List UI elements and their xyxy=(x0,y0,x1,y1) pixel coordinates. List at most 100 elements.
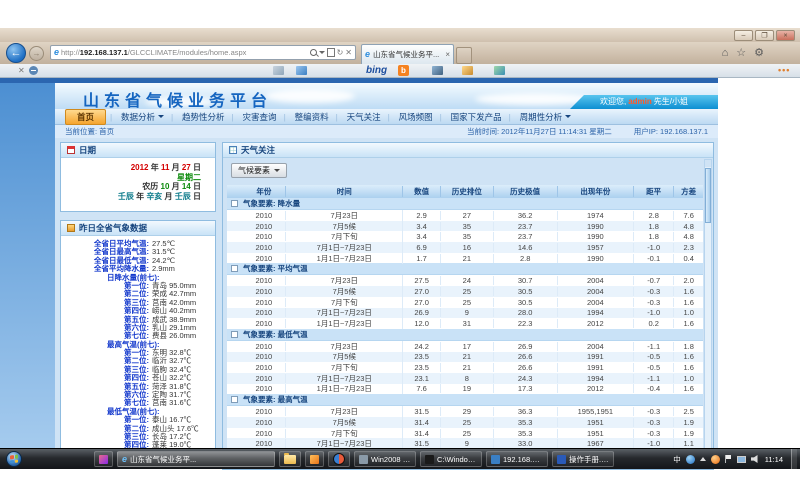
search-icon[interactable] xyxy=(310,49,317,56)
table-row: 20107月23日2.92736.219742.87.6 xyxy=(227,210,703,221)
globe-tray-icon[interactable] xyxy=(686,455,695,464)
bing-logo-icon[interactable]: b xyxy=(398,65,409,76)
browser-tab[interactable]: e 山东省气候业务平... × xyxy=(361,44,454,64)
welcome-ribbon: 欢迎您,admin先生/小姐 xyxy=(570,95,718,109)
nav-item-整编资料[interactable]: 整编资料 xyxy=(286,111,338,123)
start-button[interactable] xyxy=(6,451,22,467)
table-scrollbar[interactable] xyxy=(704,159,712,467)
address-bar[interactable]: e http://192.168.137.1/GLCCLIMATE/module… xyxy=(50,45,356,60)
new-tab-button[interactable] xyxy=(456,47,472,64)
group-title: 气象要素: 平均气温 xyxy=(243,263,308,274)
address-dropdown-icon[interactable] xyxy=(319,51,325,54)
nav-item-label: 天气关注 xyxy=(347,111,381,123)
group-header-row[interactable]: 气象要素: 降水量 xyxy=(227,198,703,210)
effects-icon[interactable] xyxy=(462,66,473,75)
table-cell: 7月下旬 xyxy=(286,428,403,439)
firefox-tray-icon[interactable] xyxy=(711,455,720,464)
taskbar-explorer-button[interactable] xyxy=(279,451,301,467)
blocked-icon[interactable] xyxy=(29,66,38,75)
volume-icon[interactable] xyxy=(751,455,760,463)
table-cell: 1月1日~7月23日 xyxy=(286,253,403,264)
home-icon[interactable]: ⌂ xyxy=(722,46,729,60)
window-app-icon xyxy=(557,455,566,464)
table-cell: -0.1 xyxy=(634,254,674,263)
table-cell: 36.3 xyxy=(494,407,558,416)
nav-item-首页[interactable]: 首页 xyxy=(65,109,106,125)
show-desktop-button[interactable] xyxy=(791,449,797,469)
table-cell: 1.8 xyxy=(634,222,674,231)
photos-icon[interactable] xyxy=(273,66,284,75)
bing-logo[interactable]: bing xyxy=(366,64,387,77)
calendar-text: 月 xyxy=(169,182,181,191)
group-checkbox[interactable] xyxy=(231,265,238,272)
scrollbar-thumb[interactable] xyxy=(705,168,711,223)
maximize-button[interactable]: ❐ xyxy=(755,30,774,41)
taskbar-window-button[interactable]: Win2008 (VS2... xyxy=(354,451,416,467)
user-ip: 用户IP: 192.168.137.1 xyxy=(634,126,708,137)
group-checkbox[interactable] xyxy=(231,396,238,403)
table-cell: 7月下旬 xyxy=(286,231,403,242)
nav-item-风场频图[interactable]: 风场频图 xyxy=(390,111,442,123)
taskbar-app-orange-button[interactable] xyxy=(305,451,324,467)
url-text[interactable]: http://192.168.137.1/GLCCLIMATE/modules/… xyxy=(61,48,308,57)
table-cell: 33.0 xyxy=(494,439,558,448)
forward-button[interactable]: → xyxy=(29,46,44,61)
minimize-button[interactable]: – xyxy=(734,30,753,41)
share-icon[interactable] xyxy=(494,66,505,75)
stop-icon[interactable]: ✕ xyxy=(345,49,352,57)
group-header-row[interactable]: 气象要素: 平均气温 xyxy=(227,263,703,275)
group-checkbox[interactable] xyxy=(231,200,238,207)
favorites-star-icon[interactable]: ☆ xyxy=(736,46,746,60)
climate-element-button[interactable]: 气候要素 xyxy=(231,163,287,178)
tab-close-icon[interactable]: × xyxy=(445,51,450,59)
table-cell: 2010 xyxy=(242,254,286,263)
window-button-label: 192.168.59.99... xyxy=(503,455,543,464)
group-checkbox[interactable] xyxy=(231,331,238,338)
nav-item-天气关注[interactable]: 天气关注 xyxy=(338,111,390,123)
ime-indicator[interactable]: 中 xyxy=(673,454,681,465)
table-cell: 7月23日 xyxy=(286,406,403,417)
status-bar: 当前位置: 首页 当前时间: 2012年11月27日 11:14:31 星期二 … xyxy=(55,125,718,138)
show-hidden-icons-icon[interactable] xyxy=(700,457,706,461)
taskbar-window-button[interactable]: 操作手册.docx ... xyxy=(552,451,614,467)
nav-item-周期性分析[interactable]: 周期性分析 xyxy=(511,111,581,123)
calendar-panel-header: 日期 xyxy=(61,143,215,158)
nav-item-数据分析[interactable]: 数据分析 xyxy=(112,111,173,123)
taskbar-window-button[interactable]: 192.168.59.99... xyxy=(486,451,548,467)
refresh-icon[interactable]: ↻ xyxy=(337,49,344,57)
tools-gear-icon[interactable]: ⚙ xyxy=(754,46,764,60)
network-icon[interactable] xyxy=(737,456,746,463)
nav-item-灾害查询[interactable]: 灾害查询 xyxy=(234,111,286,123)
table-cell: 30.5 xyxy=(494,287,558,296)
mail-icon[interactable] xyxy=(296,66,307,75)
table-cell: 26.6 xyxy=(494,363,558,372)
calendar-line: 农历 10 月 14 日 xyxy=(61,182,201,192)
action-center-flag-icon[interactable] xyxy=(725,455,732,463)
table-cell: 7月23日 xyxy=(286,210,403,221)
window-app-icon xyxy=(359,455,368,464)
nav-item-趋势性分析[interactable]: 趋势性分析 xyxy=(173,111,234,123)
clock[interactable]: 11:14 xyxy=(765,455,783,464)
back-button[interactable]: ← xyxy=(6,43,26,63)
taskbar-window-button[interactable]: C:\Windows\s... xyxy=(420,451,482,467)
yesterday-panel-header: 昨日全省气象数据 xyxy=(61,221,215,236)
table-cell: 31.5 xyxy=(403,439,441,448)
toolbar-close-icon[interactable]: ✕ xyxy=(18,65,25,76)
more-options-icon[interactable]: ••• xyxy=(778,64,790,77)
pinned-app-icon[interactable] xyxy=(94,451,113,467)
taskbar-media-button[interactable] xyxy=(328,451,350,467)
group-header-row[interactable]: 气象要素: 最高气温 xyxy=(227,394,703,406)
table-cell: 1月1日~7月23日 xyxy=(286,383,403,394)
table-cell: 27.5 xyxy=(403,276,441,285)
scroll-up-arrow[interactable] xyxy=(705,160,711,167)
group-header-row[interactable]: 气象要素: 最低气温 xyxy=(227,329,703,341)
table-cell: 1951 xyxy=(558,429,634,438)
calendar-text: 星期二 xyxy=(177,173,201,182)
taskbar-active-window[interactable]: e 山东省气候业务平... xyxy=(117,451,275,467)
table-cell: -0.5 xyxy=(634,352,674,361)
compatibility-view-icon[interactable] xyxy=(327,48,335,57)
messenger-icon[interactable] xyxy=(432,66,443,75)
close-button[interactable]: × xyxy=(776,30,795,41)
nav-item-国家下发产品[interactable]: 国家下发产品 xyxy=(442,111,511,123)
window-button-label: 操作手册.docx ... xyxy=(569,454,609,465)
